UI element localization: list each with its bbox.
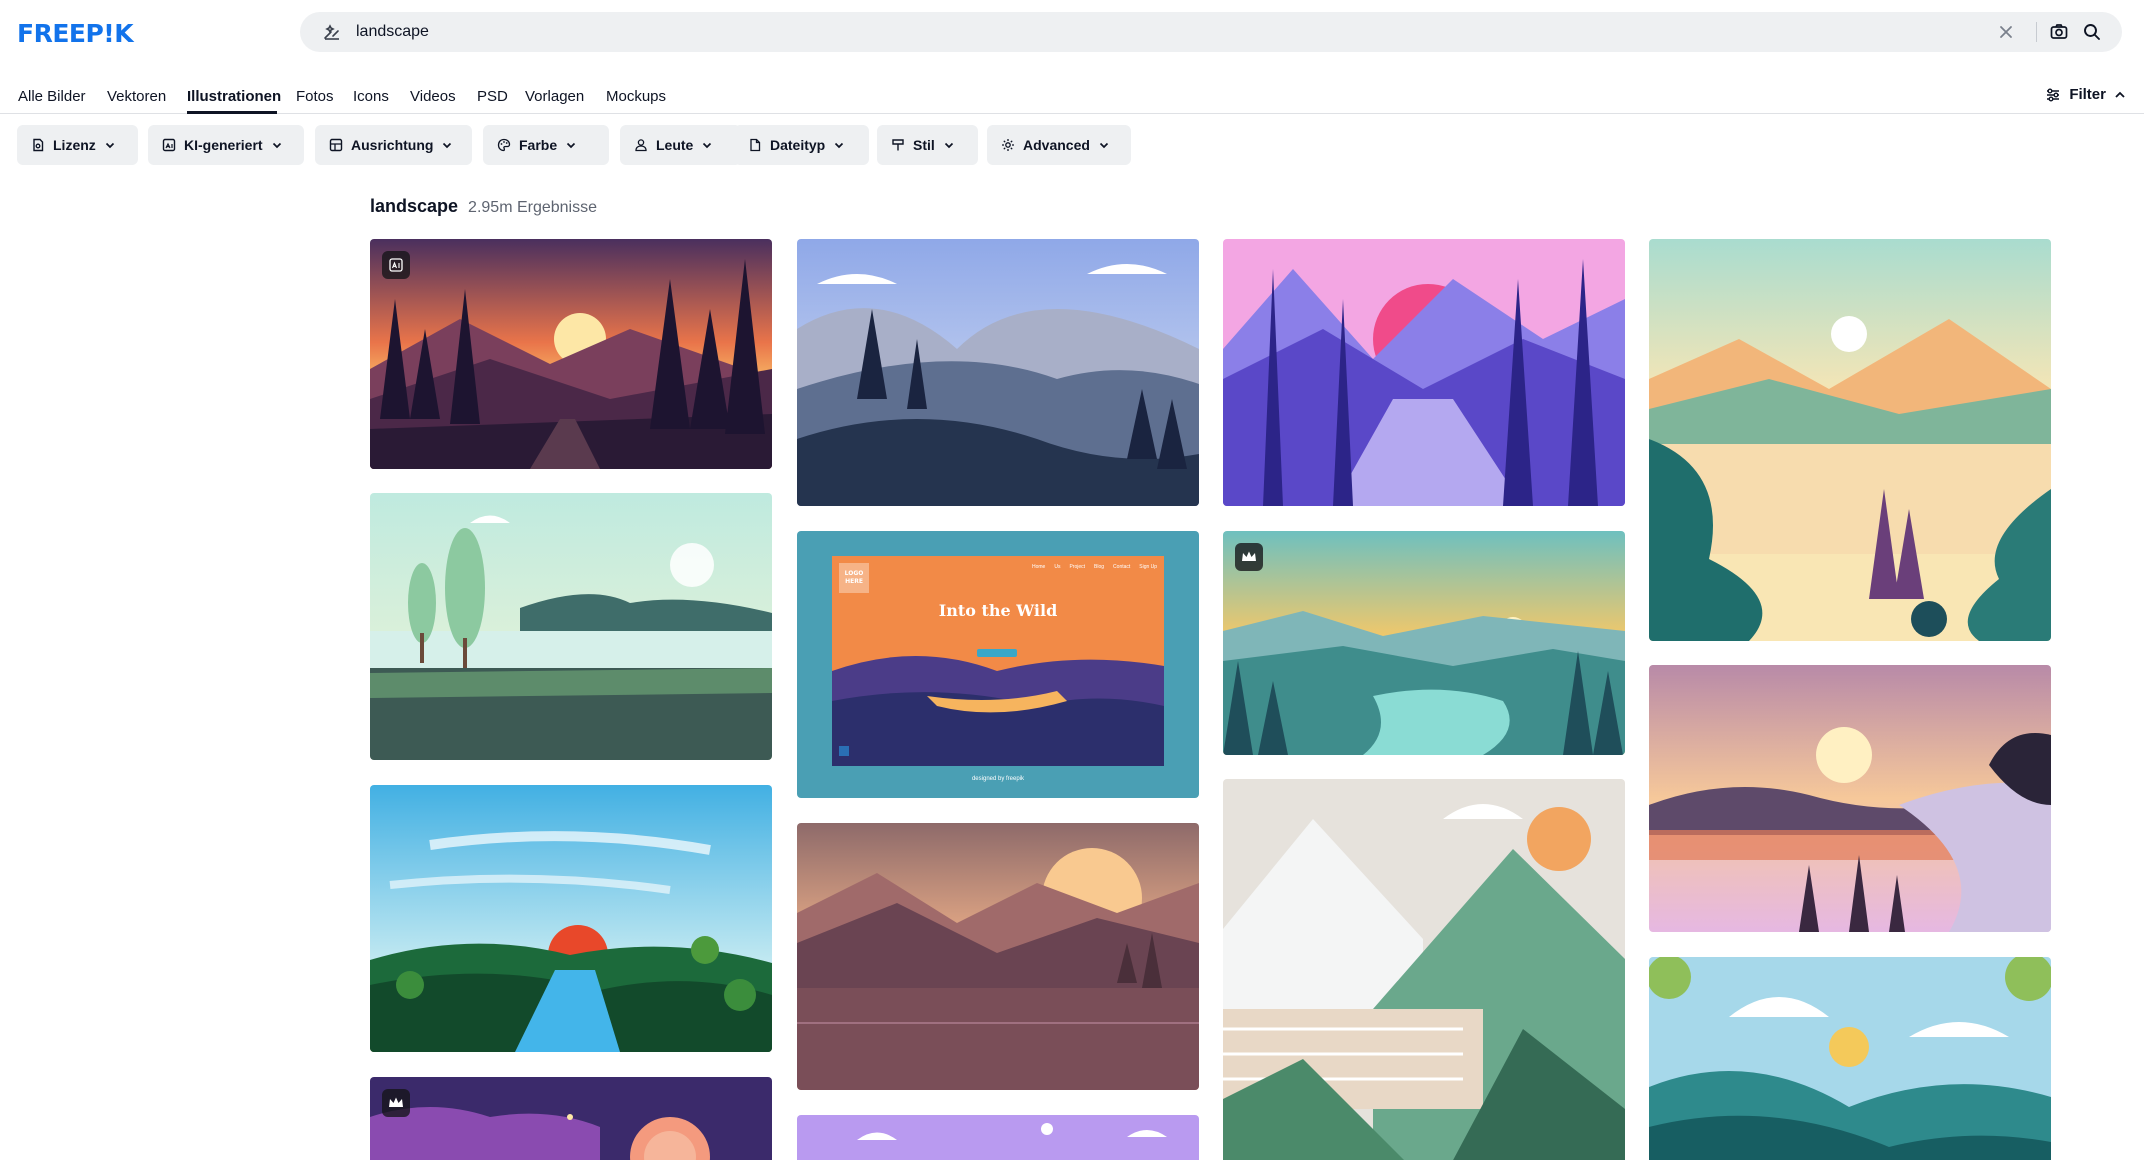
license-icon bbox=[33, 138, 44, 152]
chevron-down-icon bbox=[835, 142, 844, 149]
result-card-peach-lake[interactable] bbox=[1649, 239, 2051, 641]
template-headline: Into the Wild bbox=[938, 601, 1058, 620]
freepik-logo[interactable]: FREEP!K bbox=[17, 19, 134, 48]
template-logo-placeholder: LOGO HERE bbox=[844, 570, 864, 585]
result-image bbox=[797, 823, 1199, 1090]
template-nav: Home Us Project Blog Contact Sign Up bbox=[1032, 564, 1157, 570]
result-image bbox=[797, 1115, 1199, 1160]
chevron-down-icon bbox=[944, 142, 953, 149]
template-nav-item: Blog bbox=[1094, 564, 1105, 570]
result-image bbox=[370, 785, 772, 1052]
results-heading: landscape 2.95m Ergebnisse bbox=[370, 196, 597, 217]
template-credit: designed by freepik bbox=[971, 776, 1025, 782]
tab-vorlagen[interactable]: Vorlagen bbox=[525, 88, 584, 105]
filter-leute[interactable]: Leute bbox=[620, 125, 741, 165]
file-icon bbox=[750, 138, 761, 152]
filter-stil[interactable]: Stil bbox=[877, 125, 978, 165]
result-card-river-sunrise[interactable] bbox=[370, 785, 772, 1052]
close-icon[interactable] bbox=[1996, 22, 2016, 42]
search-bar[interactable] bbox=[300, 12, 2144, 52]
result-image bbox=[797, 239, 1199, 506]
camera-icon[interactable] bbox=[2049, 22, 2069, 42]
template-nav-item: Home bbox=[1032, 564, 1046, 570]
brush-icon bbox=[892, 139, 904, 151]
tab-icons[interactable]: Icons bbox=[353, 88, 389, 105]
result-card-sunset-forest[interactable] bbox=[370, 239, 772, 469]
filter-dateityp-label: Dateityp bbox=[770, 137, 826, 153]
result-image bbox=[1223, 239, 1625, 506]
result-card-into-the-wild-template[interactable]: LOGO HERE Into the Wild Home Us Project … bbox=[797, 531, 1199, 798]
result-image bbox=[1649, 957, 2051, 1160]
filter-ausrichtung[interactable]: Ausrichtung bbox=[315, 125, 472, 165]
filter-ki-generiert[interactable]: KI-generiert bbox=[148, 125, 304, 165]
ai-image-icon bbox=[162, 138, 176, 152]
crown-icon bbox=[382, 1089, 410, 1117]
tab-videos[interactable]: Videos bbox=[410, 88, 456, 105]
result-card-snowy-mountains[interactable] bbox=[1223, 779, 1625, 1160]
ai-search-icon[interactable] bbox=[322, 22, 342, 42]
result-card-meadow-trees[interactable] bbox=[370, 493, 772, 760]
result-image bbox=[370, 1077, 772, 1160]
result-image bbox=[1649, 665, 2051, 932]
filter-farbe[interactable]: Farbe bbox=[483, 125, 609, 165]
active-tab-indicator bbox=[187, 111, 277, 114]
chevron-down-icon bbox=[1099, 142, 1109, 149]
chevron-down-icon bbox=[443, 142, 452, 149]
template-nav-item: Sign Up bbox=[1139, 564, 1158, 570]
result-card-blue-hills[interactable] bbox=[797, 239, 1199, 506]
result-card-teal-hills[interactable] bbox=[1649, 957, 2051, 1160]
chevron-down-icon bbox=[105, 142, 114, 149]
result-card-misty-valley[interactable] bbox=[1223, 531, 1625, 755]
sliders-icon bbox=[2047, 88, 2060, 101]
result-image bbox=[1649, 239, 2051, 641]
result-image bbox=[1223, 531, 1625, 755]
filter-lizenz[interactable]: Lizenz bbox=[17, 125, 138, 165]
filter-toggle-button[interactable]: Filter bbox=[2045, 86, 2126, 103]
ai-generated-icon bbox=[382, 251, 410, 279]
category-tabs: Alle Bilder Vektoren Illustrationen Foto… bbox=[0, 84, 2144, 114]
search-divider bbox=[2036, 22, 2037, 42]
filter-advanced[interactable]: Advanced bbox=[987, 125, 1131, 165]
people-icon bbox=[635, 139, 647, 152]
orientation-icon bbox=[329, 138, 343, 152]
crown-icon bbox=[1235, 543, 1263, 571]
result-image bbox=[370, 239, 772, 469]
result-image bbox=[1223, 779, 1625, 1160]
tab-fotos[interactable]: Fotos bbox=[296, 88, 334, 105]
result-card-lilac-sky[interactable] bbox=[797, 1115, 1199, 1160]
search-input[interactable] bbox=[356, 17, 2144, 47]
gear-icon bbox=[1002, 139, 1014, 151]
filter-lizenz-label: Lizenz bbox=[53, 137, 96, 153]
results-count: 2.95m Ergebnisse bbox=[468, 199, 598, 216]
filter-farbe-label: Farbe bbox=[519, 137, 558, 153]
chevron-up-icon bbox=[2115, 91, 2125, 98]
search-icon[interactable] bbox=[2082, 22, 2102, 42]
filter-ki-generiert-label: KI-generiert bbox=[184, 137, 263, 153]
filter-stil-label: Stil bbox=[913, 137, 935, 153]
tab-mockups[interactable]: Mockups bbox=[606, 88, 666, 105]
result-card-purple-night[interactable] bbox=[370, 1077, 772, 1160]
tab-illustrationen[interactable]: Illustrationen bbox=[187, 88, 281, 105]
template-nav-item: Contact bbox=[1113, 564, 1131, 570]
filter-toggle-label: Filter bbox=[2069, 86, 2106, 103]
header: FREEP!K bbox=[0, 0, 2144, 64]
result-card-purple-river[interactable] bbox=[1223, 239, 1625, 506]
tab-vektoren[interactable]: Vektoren bbox=[107, 88, 166, 105]
filter-ausrichtung-label: Ausrichtung bbox=[351, 137, 434, 153]
result-image bbox=[370, 493, 772, 760]
tab-psd[interactable]: PSD bbox=[477, 88, 508, 105]
chevron-down-icon bbox=[567, 142, 576, 149]
template-nav-item: Project bbox=[1069, 564, 1086, 570]
filter-leute-label: Leute bbox=[656, 137, 694, 153]
chevron-down-icon bbox=[703, 142, 712, 149]
filter-dateityp[interactable]: Dateityp bbox=[734, 125, 869, 165]
tab-alle-bilder[interactable]: Alle Bilder bbox=[18, 88, 86, 105]
filter-advanced-label: Advanced bbox=[1023, 137, 1090, 153]
result-card-lake-sunset[interactable] bbox=[797, 823, 1199, 1090]
palette-icon bbox=[497, 138, 511, 152]
result-card-lavender-dusk[interactable] bbox=[1649, 665, 2051, 932]
template-nav-item: Us bbox=[1054, 564, 1061, 570]
chevron-down-icon bbox=[272, 142, 281, 149]
results-query: landscape bbox=[370, 196, 459, 216]
